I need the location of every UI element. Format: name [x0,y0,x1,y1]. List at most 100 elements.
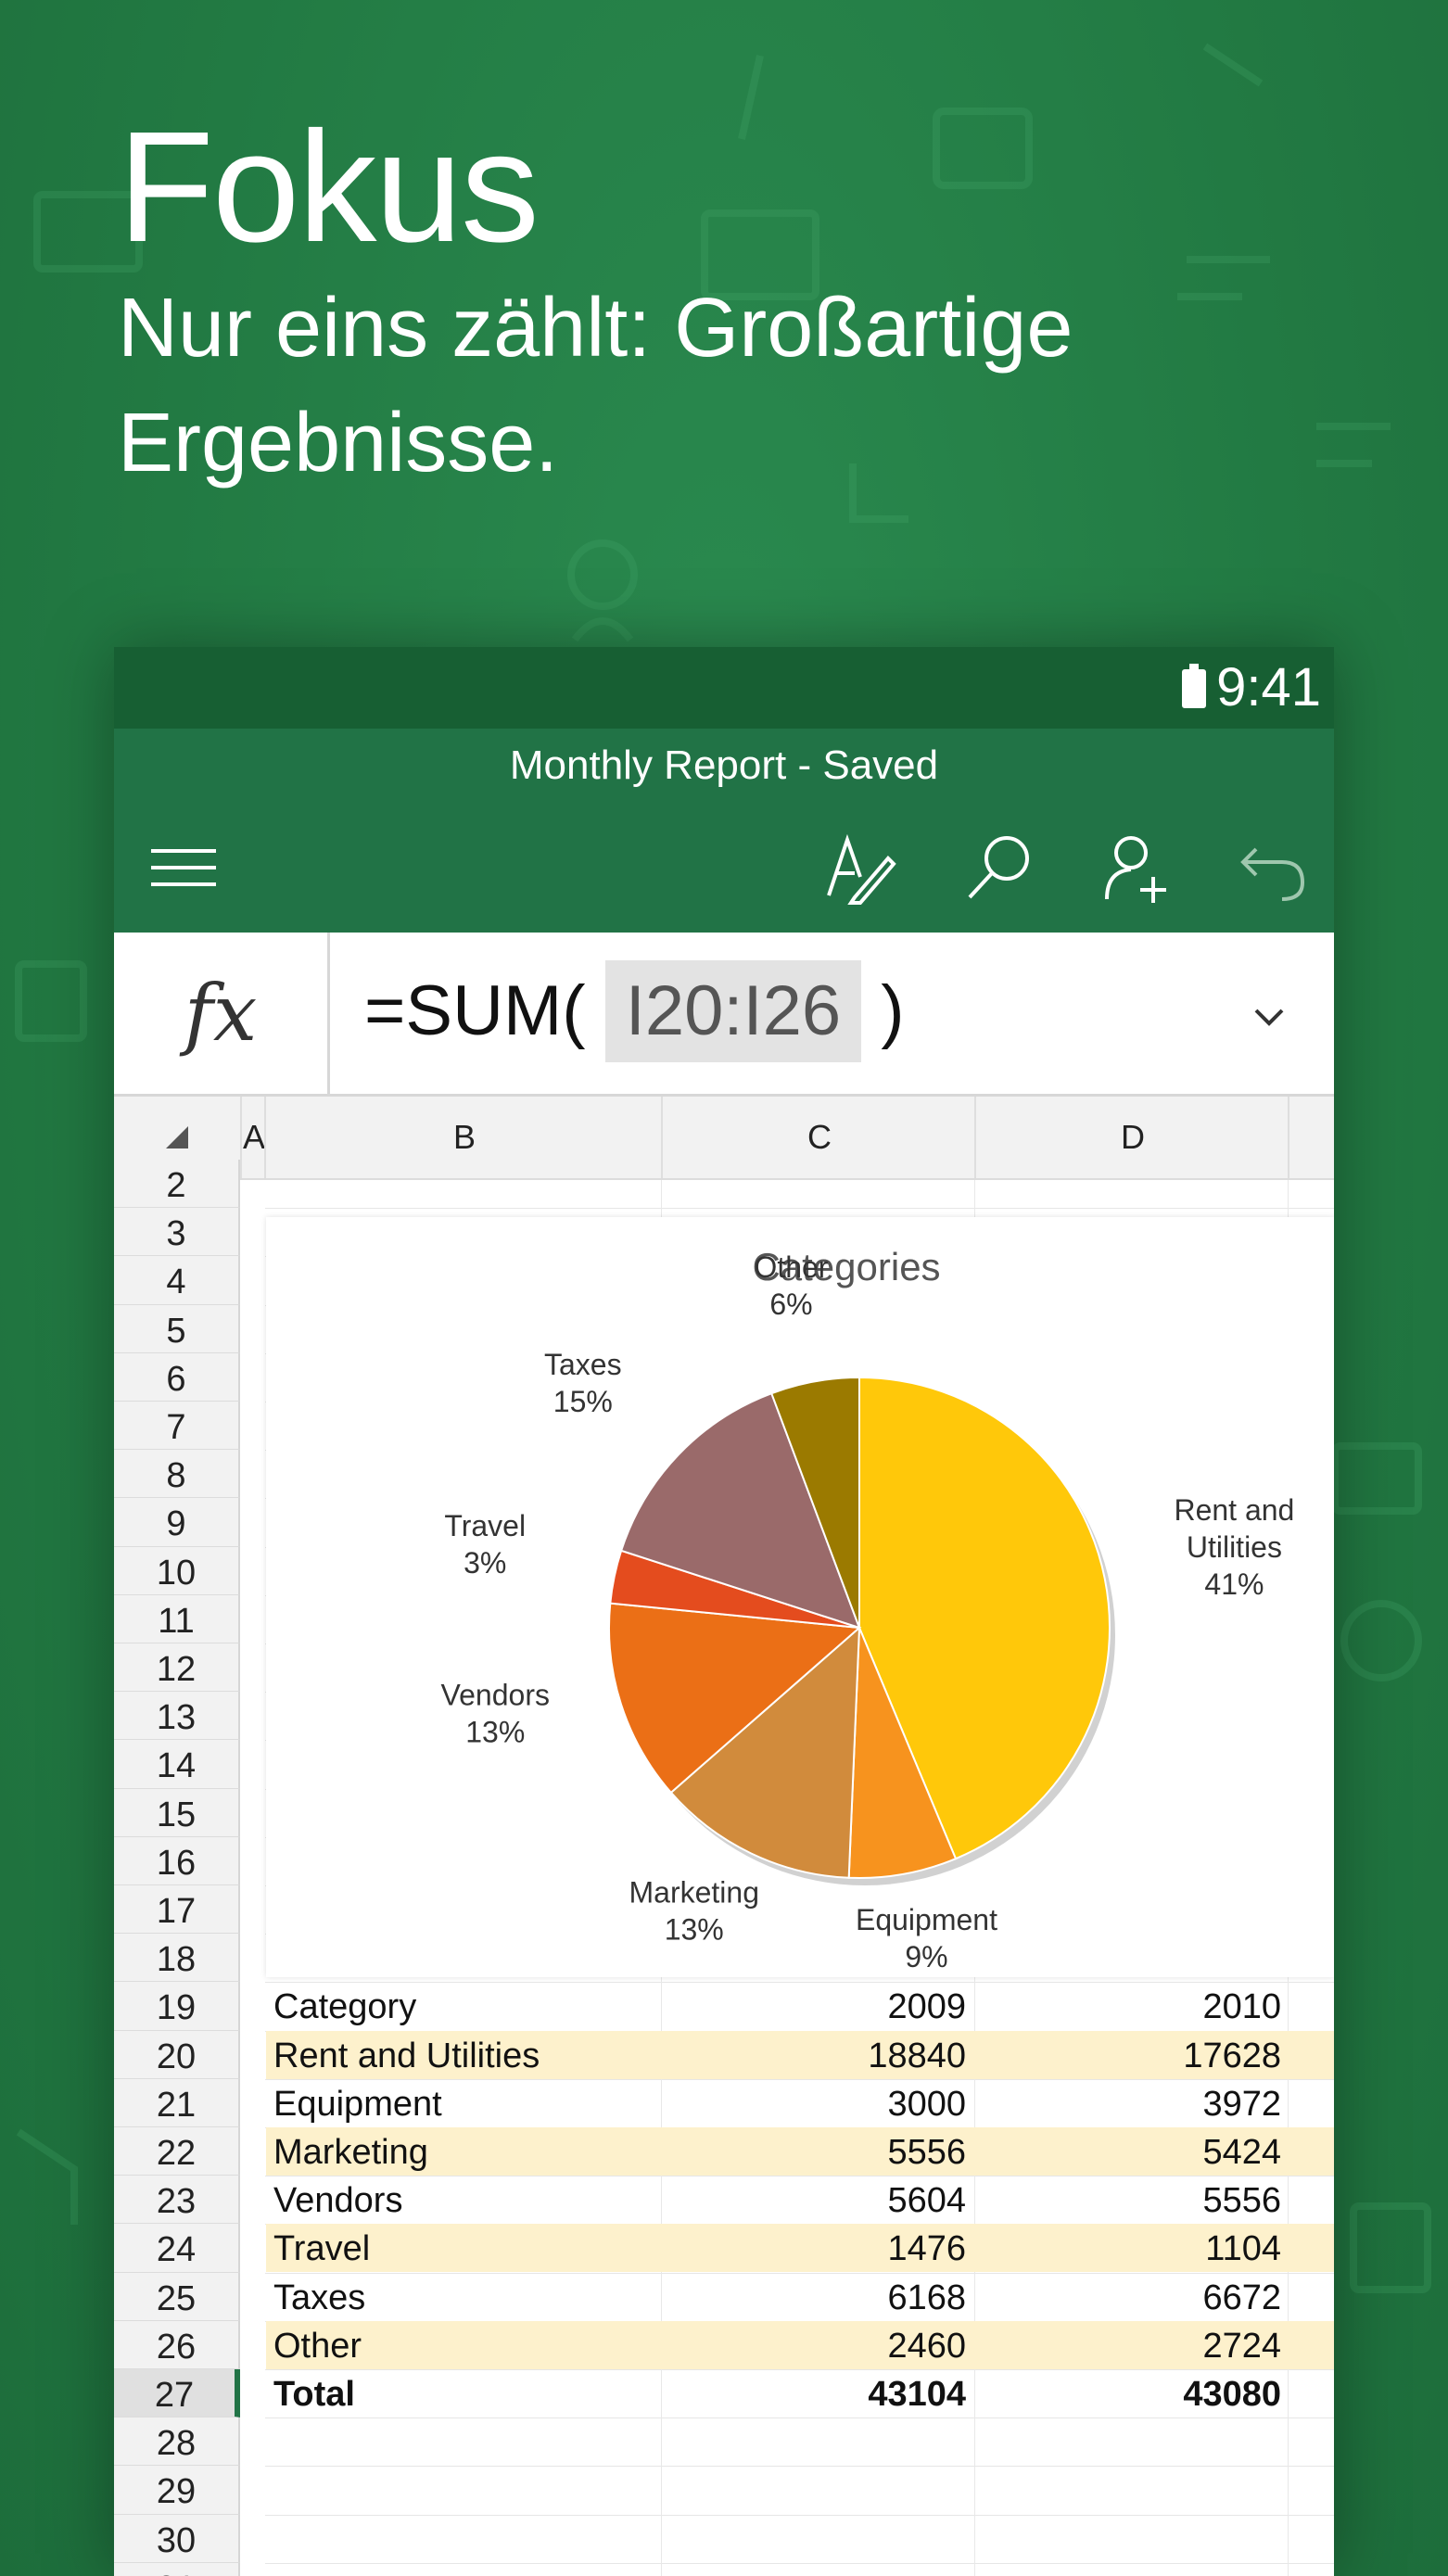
row-header[interactable]: 30 [114,2514,240,2563]
table-cell-category[interactable]: Taxes [273,2278,365,2318]
pie-slice-label: Vendors 13% [441,1678,550,1748]
search-icon[interactable] [962,831,1036,905]
table-cell-category[interactable]: Category [273,1987,416,2027]
pie-slice-label: Equipment 9% [856,1903,997,1973]
chevron-down-icon[interactable] [1251,1003,1288,1034]
table-cell-value[interactable]: 2010 [980,1987,1281,2027]
row-header[interactable]: 21 [114,2078,240,2127]
row-header[interactable]: 5 [114,1304,240,1353]
table-row[interactable]: Vendors 5604 5556 [266,2176,1334,2224]
formula-range[interactable]: I20:I26 [604,960,862,1062]
row-header[interactable]: 14 [114,1740,240,1789]
row-header[interactable]: 23 [114,2176,240,2225]
battery-icon [1182,664,1206,708]
table-row[interactable]: Equipment 3000 3972 [266,2079,1334,2127]
column-header-b[interactable]: B [264,1097,663,1178]
table-cell-value[interactable]: 6672 [980,2278,1281,2318]
table-cell-value[interactable]: 3000 [665,2085,966,2125]
headline-subtitle: Nur eins zählt: Großartige Ergebnisse. [118,282,1073,489]
grid-line [265,2514,1334,2516]
table-cell-value[interactable]: 2460 [665,2327,966,2367]
headline-title: Fokus [118,99,540,275]
row-header[interactable]: 15 [114,1788,240,1837]
row-header[interactable]: 12 [114,1643,240,1693]
table-row[interactable]: Category 2009 2010 [266,1982,1334,2030]
table-cell-category[interactable]: Total [273,2375,355,2415]
row-header[interactable]: 26 [114,2320,240,2369]
table-cell-value[interactable]: 2009 [665,1987,966,2027]
table-cell-value[interactable]: 5604 [665,2181,966,2221]
table-cell-category[interactable]: Rent and Utilities [273,2037,540,2076]
table-cell-category[interactable]: Equipment [273,2085,442,2125]
row-header[interactable]: 20 [114,2030,240,2079]
grid-line [265,1208,1334,1210]
row-header[interactable]: 16 [114,1836,240,1885]
table-cell-value[interactable]: 43080 [980,2375,1281,2415]
share-user-icon[interactable] [1101,831,1175,905]
grid-line [265,2466,1334,2468]
formula-input[interactable]: =SUM( I20:I26 ) [364,960,905,1062]
table-row[interactable]: Marketing 5556 5424 [266,2127,1334,2176]
row-header[interactable]: 19 [114,1982,240,2031]
sheet-grid[interactable]: 2 3 4 5 6 7 8 9 10 11 12 13 14 15 16 17 18 19 20 21 22 23 24 25… [114,1160,1334,2576]
status-time: 9:41 [1216,657,1321,717]
pie-chart[interactable]: Categories Rent and Utilities 41% Equipment 9… [266,1217,1334,1977]
menu-icon[interactable] [146,831,221,905]
row-header[interactable]: 4 [114,1256,240,1305]
row-header[interactable]: 3 [114,1208,240,1257]
column-header-d[interactable]: D [974,1097,1289,1178]
draw-icon[interactable] [823,831,897,905]
row-header[interactable]: 28 [114,2417,240,2467]
column-header-a[interactable]: A [240,1097,266,1178]
table-cell-category[interactable]: Other [273,2327,362,2367]
row-header[interactable]: 8 [114,1450,240,1499]
row-header[interactable]: 10 [114,1546,240,1595]
table-cell-category[interactable]: Vendors [273,2181,402,2221]
undo-icon[interactable] [1236,831,1310,905]
table-row[interactable]: Total 43104 43080 [266,2369,1334,2417]
pie-slice-label: Travel 3% [444,1509,526,1580]
toolbar [114,803,1334,933]
document-title: Monthly Report - Saved [114,729,1334,803]
table-cell-value[interactable]: 3972 [980,2085,1281,2125]
row-header[interactable]: 6 [114,1352,240,1402]
pie-slice-label: Taxes 15% [544,1348,622,1418]
row-header[interactable]: 11 [114,1594,240,1643]
table-row[interactable]: Rent and Utilities 18840 17628 [266,2030,1334,2079]
table-cell-value[interactable]: 6168 [665,2278,966,2318]
table-cell-value[interactable]: 1476 [665,2229,966,2269]
table-row[interactable]: Travel 1476 1104 [266,2224,1334,2273]
formula-bar[interactable]: fx =SUM( I20:I26 ) [114,933,1334,1097]
table-cell-value[interactable]: 1104 [980,2229,1281,2269]
fx-label[interactable]: fx [114,933,330,1094]
table-cell-value[interactable]: 17628 [980,2037,1281,2076]
table-cell-value[interactable]: 5556 [980,2181,1281,2221]
row-header[interactable]: 24 [114,2224,240,2273]
formula-suffix: ) [881,971,905,1050]
table-cell-value[interactable]: 5424 [980,2133,1281,2173]
row-header[interactable]: 25 [114,2272,240,2321]
column-header-c[interactable]: C [661,1097,976,1178]
column-header-e[interactable] [1288,1097,1334,1178]
column-header-bar: A B C D [114,1097,1334,1180]
grid-line [265,2562,1334,2564]
row-header[interactable]: 22 [114,2127,240,2176]
row-header[interactable]: 9 [114,1498,240,1547]
table-cell-value[interactable]: 43104 [665,2375,966,2415]
table-cell-category[interactable]: Marketing [273,2133,428,2173]
table-cell-category[interactable]: Travel [273,2229,370,2269]
table-cell-value[interactable]: 5556 [665,2133,966,2173]
row-header[interactable]: 13 [114,1692,240,1741]
row-header[interactable]: 17 [114,1885,240,1935]
row-header[interactable]: 7 [114,1402,240,1451]
table-cell-value[interactable]: 2724 [980,2327,1281,2367]
table-row[interactable]: Taxes 6168 6672 [266,2273,1334,2321]
row-header[interactable]: 29 [114,2466,240,2515]
row-header[interactable]: 18 [114,1934,240,1983]
row-header[interactable]: 27 [114,2369,240,2418]
formula-prefix: =SUM( [364,971,586,1050]
row-header[interactable]: 2 [114,1160,240,1209]
table-cell-value[interactable]: 18840 [665,2037,966,2076]
table-row[interactable]: Other 2460 2724 [266,2320,1334,2369]
row-header[interactable]: 31 [114,2562,240,2576]
